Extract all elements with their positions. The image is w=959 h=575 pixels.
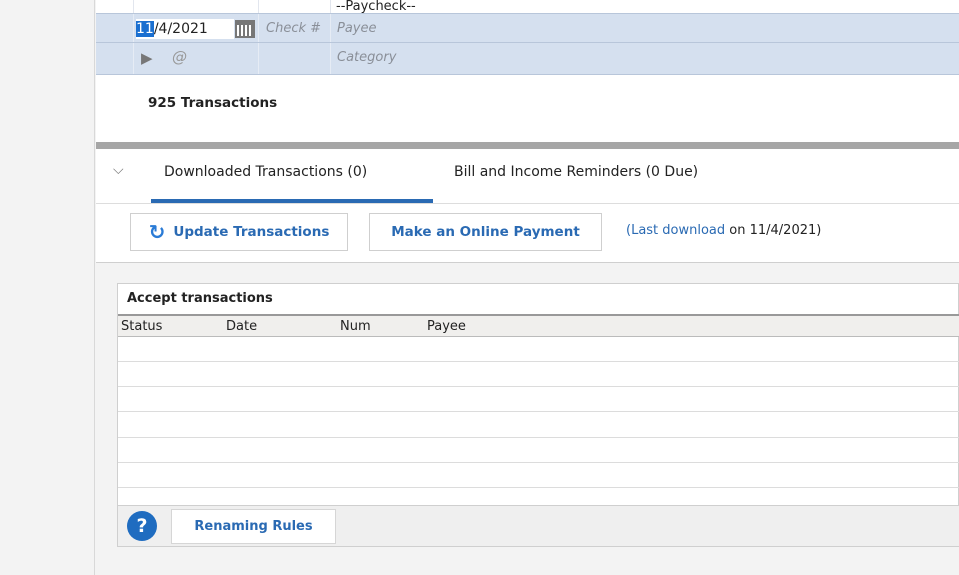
split-flag-icon[interactable]: ▶ [141, 49, 153, 67]
divider [96, 203, 959, 204]
payee-input[interactable]: Payee [337, 21, 377, 36]
edit-row-main: 11/4/2021 Check # Payee [96, 13, 959, 43]
help-icon[interactable]: ? [127, 511, 157, 541]
last-download-date: on 11/4/2021) [725, 223, 822, 238]
attachment-icon[interactable]: @ [172, 48, 187, 66]
update-label: Update Transactions [173, 224, 330, 240]
table-row [118, 437, 959, 438]
col-date[interactable]: Date [226, 319, 257, 334]
splitter[interactable] [96, 142, 959, 149]
col-payee[interactable]: Payee [427, 319, 466, 334]
date-text: /4/2021 [153, 21, 208, 37]
left-panel [0, 0, 95, 575]
tab-bill-reminders[interactable]: Bill and Income Reminders (0 Due) [454, 164, 698, 180]
table-row [118, 361, 959, 362]
table-row [118, 411, 959, 412]
col-status[interactable]: Status [121, 319, 162, 334]
online-payment-button[interactable]: Make an Online Payment [369, 213, 602, 251]
update-transactions-button[interactable]: ↻ Update Transactions [130, 213, 348, 251]
col-num[interactable]: Num [340, 319, 371, 334]
check-number-input[interactable]: Check # [266, 21, 321, 36]
renaming-rules-button[interactable]: Renaming Rules [171, 509, 336, 544]
refresh-icon: ↻ [148, 220, 166, 244]
accept-title: Accept transactions [127, 291, 273, 306]
edit-row-category: ▶ @ Category [96, 43, 959, 75]
last-download-link[interactable]: Last download [631, 223, 725, 238]
accept-table-header: Status Date Num Payee [118, 314, 959, 337]
date-selection: 11 [136, 21, 154, 37]
payment-label: Make an Online Payment [391, 224, 580, 240]
date-input[interactable]: 11/4/2021 [136, 19, 234, 39]
previous-payee: --Paycheck-- [336, 0, 416, 14]
tab-downloaded-transactions[interactable]: Downloaded Transactions (0) [164, 164, 367, 180]
renaming-rules-label: Renaming Rules [194, 519, 313, 534]
category-input[interactable]: Category [337, 50, 396, 65]
last-download-info: (Last download on 11/4/2021) [626, 223, 821, 238]
table-row [118, 487, 959, 488]
previous-transaction-row[interactable]: --Paycheck-- [96, 0, 959, 13]
table-row [118, 386, 959, 387]
table-row [118, 462, 959, 463]
collapse-chevron-icon[interactable]: ⌵ [113, 162, 124, 178]
transaction-count: 925 Transactions [148, 95, 278, 111]
calendar-icon[interactable] [235, 20, 255, 38]
